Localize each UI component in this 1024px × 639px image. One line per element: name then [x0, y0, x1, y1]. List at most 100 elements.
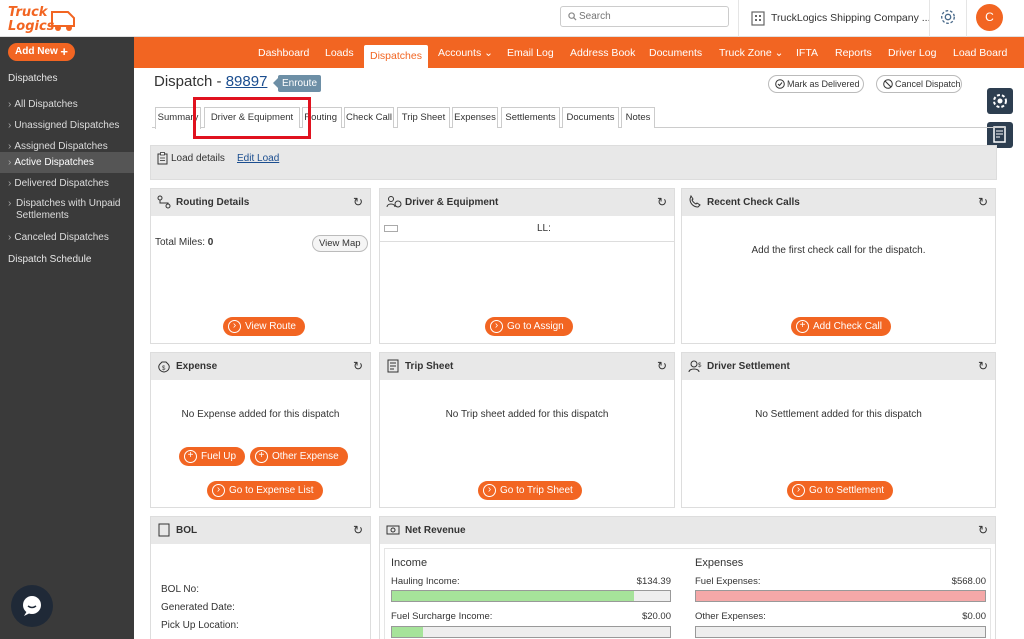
go-to-trip-sheet-button[interactable]: › Go to Trip Sheet — [478, 481, 582, 500]
nav-truck-zone[interactable]: Truck Zone ⌄ — [719, 37, 783, 68]
sidebar-item-unpaid-settlements[interactable]: › Dispatches with Unpaid Settlements — [0, 198, 134, 224]
refresh-icon[interactable]: ↻ — [353, 195, 363, 209]
nav-accounts[interactable]: Accounts ⌄ — [438, 37, 493, 68]
nav-loads[interactable]: Loads — [325, 37, 354, 68]
panel-title: Expense — [176, 361, 218, 372]
income-label: Fuel Surcharge Income: — [391, 611, 493, 622]
fuel-up-button[interactable]: + Fuel Up — [179, 447, 246, 466]
button-label: Go to Settlement — [809, 485, 885, 496]
main-nav: Dashboard Loads Dispatches Accounts ⌄ Em… — [134, 37, 1024, 68]
sidebar-item-all-dispatches[interactable]: › All Dispatches — [0, 94, 134, 115]
sidebar-item-label: Active Dispatches — [14, 157, 94, 168]
plus-circle-icon: + — [255, 450, 268, 463]
go-to-settlement-button[interactable]: › Go to Settlement — [787, 481, 894, 500]
view-route-button[interactable]: › View Route — [223, 317, 305, 336]
panel-title: Driver & Equipment — [405, 197, 499, 208]
search-input[interactable] — [579, 9, 724, 24]
button-label: View Route — [245, 321, 296, 332]
income-title: Income — [391, 557, 428, 569]
button-label: Other Expense — [272, 451, 339, 462]
sidebar-item-label: Canceled Dispatches — [14, 232, 109, 243]
arrow-circle-icon: › — [792, 484, 805, 497]
recent-check-calls-panel: Recent Check Calls ↻ Add the first check… — [681, 188, 996, 344]
panel-title: Trip Sheet — [405, 361, 454, 372]
page-title: Dispatch - 89897 — [154, 73, 267, 90]
ll-label: LL: — [537, 223, 551, 234]
settlement-icon: $ — [688, 360, 702, 373]
refresh-icon[interactable]: ↻ — [978, 359, 988, 373]
tab-expenses[interactable]: Expenses — [452, 107, 498, 128]
nav-address-book[interactable]: Address Book — [570, 37, 635, 68]
money-bag-icon: $ — [158, 361, 170, 373]
tab-notes[interactable]: Notes — [621, 107, 655, 128]
other-expense-button[interactable]: + Other Expense — [250, 447, 348, 466]
sidebar-item-active[interactable]: › Active Dispatches — [0, 152, 134, 173]
panel-title: BOL — [176, 525, 198, 536]
refresh-icon[interactable]: ↻ — [657, 359, 667, 373]
income-bar-fill — [392, 627, 423, 637]
total-miles: Total Miles: 0 — [155, 237, 213, 248]
sidebar-section-dispatches[interactable]: Dispatches — [0, 73, 134, 84]
driver-settlement-panel: $ Driver Settlement ↻ No Settlement adde… — [681, 352, 996, 508]
search-box[interactable] — [560, 6, 729, 27]
refresh-icon[interactable]: ↻ — [978, 195, 988, 209]
refresh-icon[interactable]: ↻ — [353, 523, 363, 537]
gear-icon[interactable] — [939, 8, 957, 26]
tab-check-call[interactable]: Check Call — [344, 107, 394, 128]
empty-message: No Trip sheet added for this dispatch — [445, 409, 609, 420]
go-to-expense-list-button[interactable]: › Go to Expense List — [207, 481, 323, 500]
expense-bar-fill — [696, 591, 985, 601]
expense-bar — [695, 626, 986, 638]
dispatch-number-link[interactable]: 89897 — [226, 73, 268, 90]
panel-header: Trip Sheet ↻ — [380, 353, 674, 380]
sidebar-item-delivered[interactable]: › Delivered Dispatches — [0, 173, 134, 194]
avatar[interactable]: C — [976, 4, 1003, 31]
empty-message: Add the first check call for the dispatc… — [751, 245, 926, 256]
driver-equipment-panel: Driver & Equipment ↻ LL: › Go to Assign — [379, 188, 675, 344]
sidebar-item-canceled[interactable]: › Canceled Dispatches — [0, 227, 134, 248]
company-selector[interactable]: TruckLogics Shipping Company ... — [748, 8, 931, 28]
button-label: Go to Assign — [507, 321, 564, 332]
ban-icon — [883, 79, 893, 89]
add-new-button[interactable]: Add New + — [8, 43, 75, 61]
refresh-icon[interactable]: ↻ — [353, 359, 363, 373]
expense-panel: $ Expense ↻ No Expense added for this di… — [150, 352, 371, 508]
income-value: $134.39 — [636, 576, 671, 587]
nav-ifta[interactable]: IFTA — [796, 37, 818, 68]
top-bar: Truck Logics TruckLogics Shipping Compan… — [0, 0, 1024, 37]
cancel-dispatch-button[interactable]: Cancel Dispatch — [876, 75, 962, 93]
sidebar: Add New + Dispatches › All Dispatches › Una… — [0, 37, 134, 639]
nav-email-log[interactable]: Email Log — [507, 37, 554, 68]
nav-dashboard[interactable]: Dashboard — [258, 37, 309, 68]
sidebar-item-dispatch-schedule[interactable]: Dispatch Schedule — [0, 254, 134, 265]
chat-widget-button[interactable] — [11, 585, 53, 627]
refresh-icon[interactable]: ↻ — [978, 523, 988, 537]
load-details-label: Load details — [171, 153, 225, 164]
view-map-button[interactable]: View Map — [312, 235, 368, 252]
nav-documents[interactable]: Documents — [649, 37, 702, 68]
tab-settlements[interactable]: Settlements — [501, 107, 560, 128]
expenses-title: Expenses — [695, 557, 744, 569]
nav-dispatches[interactable]: Dispatches — [364, 45, 428, 68]
truckLogics-logo[interactable]: Truck Logics — [6, 4, 76, 34]
title-prefix: Dispatch - — [154, 73, 226, 90]
nav-reports[interactable]: Reports — [835, 37, 872, 68]
panel-header: Net Revenue ↻ — [380, 517, 995, 544]
nav-driver-log[interactable]: Driver Log — [888, 37, 936, 68]
tab-documents[interactable]: Documents — [562, 107, 619, 128]
chat-bubble-icon — [23, 596, 41, 616]
refresh-icon[interactable]: ↻ — [657, 195, 667, 209]
expense-label: Fuel Expenses: — [695, 576, 761, 587]
nav-load-board[interactable]: Load Board — [953, 37, 1007, 68]
net-revenue-panel: Net Revenue ↻ Income Hauling Income: $13… — [379, 516, 996, 639]
sidebar-item-unassigned[interactable]: › Unassigned Dispatches — [0, 115, 134, 136]
sidebar-item-label: Assigned Dispatches — [14, 141, 108, 152]
tab-trip-sheet[interactable]: Trip Sheet — [397, 107, 450, 128]
go-to-assign-button[interactable]: › Go to Assign — [485, 317, 573, 336]
svg-text:$: $ — [162, 366, 166, 372]
total-miles-value: 0 — [207, 237, 214, 248]
mark-delivered-button[interactable]: Mark as Delivered — [768, 75, 864, 93]
edit-load-link[interactable]: Edit Load — [237, 153, 279, 164]
add-check-call-button[interactable]: + Add Check Call — [791, 317, 891, 336]
panel-title: Routing Details — [176, 197, 250, 208]
